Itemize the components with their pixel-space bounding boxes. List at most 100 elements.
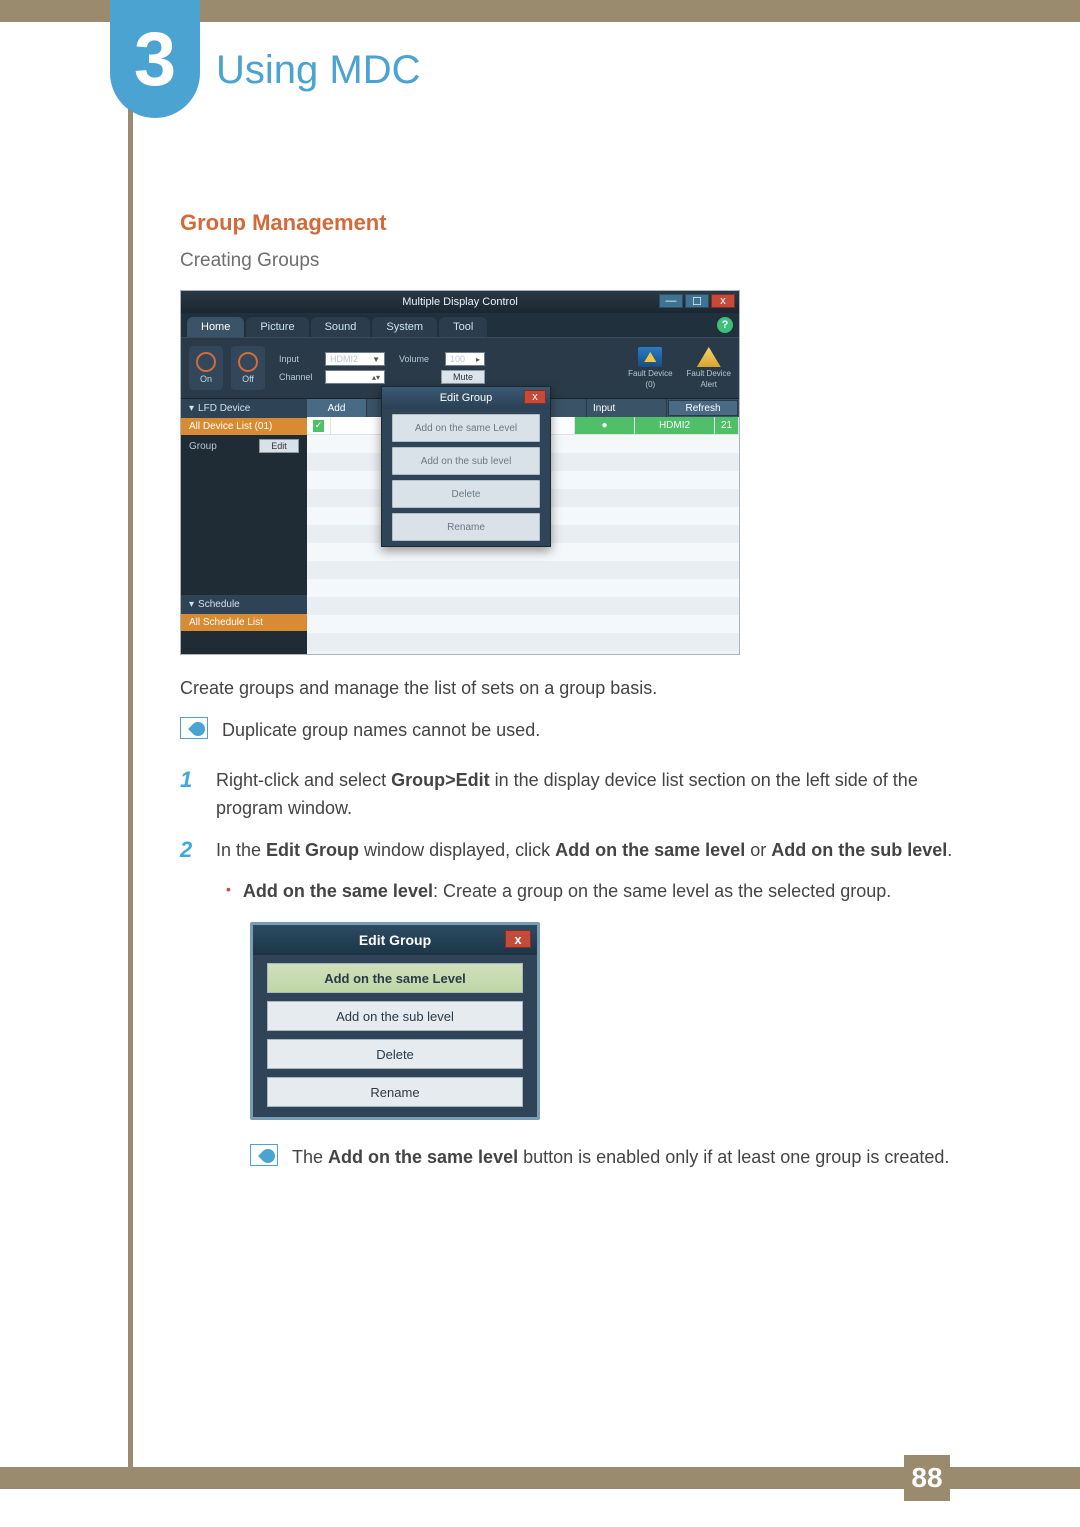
fault1-l1: Fault Device xyxy=(628,369,672,378)
sidebar: ▾ LFD Device All Device List (01) Group … xyxy=(181,399,307,655)
popup2-item-add-same[interactable]: Add on the same Level xyxy=(267,963,523,993)
input-value: HDMI2 xyxy=(330,354,370,364)
popup-item-delete[interactable]: Delete xyxy=(392,480,540,508)
step-number: 1 xyxy=(180,767,198,823)
popup2-item-rename[interactable]: Rename xyxy=(267,1077,523,1107)
popup-item-add-same[interactable]: Add on the same Level xyxy=(392,414,540,442)
add-button[interactable]: Add xyxy=(307,399,367,417)
stepper-icon: ▴▾ xyxy=(372,373,380,382)
popup2-title-text: Edit Group xyxy=(359,932,431,948)
content: Group Management Creating Groups Multipl… xyxy=(180,210,960,1172)
monitor-warning-icon xyxy=(638,347,662,367)
sidebar-group-label: Group xyxy=(189,441,217,452)
mute-button[interactable]: Mute xyxy=(441,370,485,384)
chevron-down-icon: ▾ xyxy=(189,403,194,414)
popup-item-rename[interactable]: Rename xyxy=(392,513,540,541)
sidebar-all-schedule[interactable]: All Schedule List xyxy=(181,614,307,631)
popup-title-text: Edit Group xyxy=(440,392,493,404)
fault2-l2: Alert xyxy=(701,380,717,389)
step-1: 1 Right-click and select Group>Edit in t… xyxy=(180,767,960,823)
step-1-text: Right-click and select Group>Edit in the… xyxy=(216,767,960,823)
step-2-text: In the Edit Group window displayed, clic… xyxy=(216,837,952,865)
chevron-down-icon: ▼ xyxy=(372,355,380,364)
channel-label: Channel xyxy=(279,372,319,382)
chapter-badge: 3 xyxy=(110,0,200,118)
refresh-button[interactable]: Refresh xyxy=(668,400,738,416)
edit-group-figure: Edit Group x Add on the same Level Add o… xyxy=(250,922,540,1120)
sidebar-group-row: Group Edit xyxy=(181,435,307,457)
subsection-title: Creating Groups xyxy=(180,250,960,272)
input-label: Input xyxy=(279,354,319,364)
volume-field[interactable]: 100 ▸ xyxy=(445,352,485,366)
popup2-item-delete[interactable]: Delete xyxy=(267,1039,523,1069)
fault2-l1: Fault Device xyxy=(687,369,731,378)
power-group: On Off xyxy=(189,346,265,390)
step-number: 2 xyxy=(180,837,198,865)
section-title: Group Management xyxy=(180,210,960,236)
power-off-label: Off xyxy=(242,374,254,384)
edit-button[interactable]: Edit xyxy=(259,439,299,453)
tab-row: Home Picture Sound System Tool xyxy=(181,313,739,337)
volume-value: 100 xyxy=(450,354,476,364)
fault-device-count[interactable]: Fault Device (0) xyxy=(628,347,672,389)
sidebar-lfd-label: LFD Device xyxy=(198,403,250,414)
close-button[interactable]: x xyxy=(711,294,735,308)
sidebar-all-device[interactable]: All Device List (01) xyxy=(181,418,307,435)
note-row: Duplicate group names cannot be used. xyxy=(180,717,960,745)
popup-close-button[interactable]: x xyxy=(524,390,546,404)
warning-icon xyxy=(697,347,721,367)
popup2-title: Edit Group x xyxy=(253,925,537,955)
row-checkbox[interactable]: ✓ xyxy=(307,417,331,435)
input-group: Input HDMI2 ▼ Channel ▴▾ xyxy=(279,352,385,384)
minimize-button[interactable]: — xyxy=(659,294,683,308)
bullet-1: • Add on the same level: Create a group … xyxy=(226,878,960,906)
maximize-button[interactable]: ☐ xyxy=(685,294,709,308)
power-on-label: On xyxy=(200,374,212,384)
volume-group: Volume 100 ▸ Mute xyxy=(399,352,485,384)
note-2-text: The Add on the same level button is enab… xyxy=(292,1144,949,1172)
window-buttons: — ☐ x xyxy=(659,294,735,308)
chevron-right-icon: ▸ xyxy=(476,355,480,364)
tab-sound[interactable]: Sound xyxy=(311,317,371,337)
step-2: 2 In the Edit Group window displayed, cl… xyxy=(180,837,960,865)
note-row-2: The Add on the same level button is enab… xyxy=(250,1144,960,1172)
side-bar xyxy=(128,0,133,1467)
row-input-value: HDMI2 xyxy=(635,417,715,435)
tab-system[interactable]: System xyxy=(372,317,437,337)
row-power: ● xyxy=(575,417,635,435)
volume-label: Volume xyxy=(399,354,439,364)
chevron-down-icon: ▾ xyxy=(189,599,194,610)
footer-text: 3 Using MDC xyxy=(783,1466,894,1487)
sidebar-schedule-label: Schedule xyxy=(198,599,240,610)
sidebar-lfd-header[interactable]: ▾ LFD Device xyxy=(181,399,307,418)
power-icon xyxy=(238,352,258,372)
edit-group-popup: Edit Group x Add on the same Level Add o… xyxy=(381,386,551,547)
tab-home[interactable]: Home xyxy=(187,317,244,337)
window-titlebar: Multiple Display Control — ☐ x xyxy=(181,291,739,313)
popup2-item-add-sub[interactable]: Add on the sub level xyxy=(267,1001,523,1031)
power-off-button[interactable]: Off xyxy=(231,346,265,390)
grid-header-input: Input xyxy=(587,399,667,417)
help-icon[interactable]: ? xyxy=(717,317,733,333)
sidebar-schedule-header[interactable]: ▾ Schedule xyxy=(181,595,307,614)
fault-group: Fault Device (0) Fault Device Alert xyxy=(628,347,731,389)
popup-item-add-sub[interactable]: Add on the sub level xyxy=(392,447,540,475)
window-title: Multiple Display Control xyxy=(402,296,518,308)
note-icon xyxy=(180,717,208,739)
input-select[interactable]: HDMI2 ▼ xyxy=(325,352,385,366)
tab-picture[interactable]: Picture xyxy=(246,317,308,337)
popup2-close-button[interactable]: x xyxy=(505,930,531,948)
power-on-button[interactable]: On xyxy=(189,346,223,390)
chapter-title: Using MDC xyxy=(216,48,420,93)
note-icon xyxy=(250,1144,278,1166)
bullet-1-text: Add on the same level: Create a group on… xyxy=(243,878,891,906)
bullet-icon: • xyxy=(226,878,231,906)
tab-tool[interactable]: Tool xyxy=(439,317,487,337)
intro-text: Create groups and manage the list of set… xyxy=(180,675,960,703)
page-number: 88 xyxy=(904,1455,950,1501)
channel-select[interactable]: ▴▾ xyxy=(325,370,385,384)
power-icon xyxy=(196,352,216,372)
popup-title: Edit Group x xyxy=(382,387,550,409)
fault-device-alert[interactable]: Fault Device Alert xyxy=(687,347,731,389)
note-text: Duplicate group names cannot be used. xyxy=(222,717,540,745)
